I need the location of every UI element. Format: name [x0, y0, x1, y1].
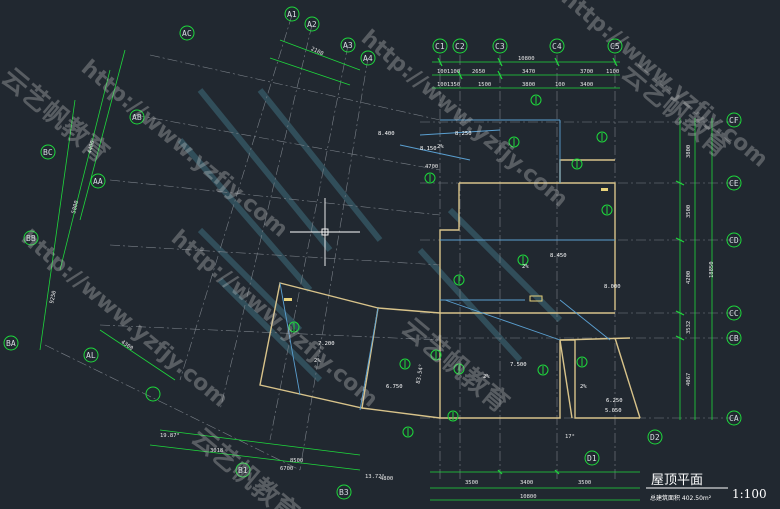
- grid-a1: A1: [287, 10, 297, 19]
- elev-8: 6.750: [386, 384, 403, 390]
- dim-misc-1: 4700: [425, 164, 438, 170]
- elev-5: 8.000: [604, 284, 621, 290]
- grid-ce: CE: [729, 179, 739, 188]
- grid-cd: CD: [729, 236, 739, 245]
- angle-4: 17°: [565, 434, 575, 440]
- elev-10: 5.050: [605, 408, 622, 414]
- grid-c3: C3: [495, 42, 505, 51]
- dim-bottom-2: 3400: [520, 480, 533, 486]
- grid-b3: B3: [339, 488, 349, 497]
- dim-right-4: 3532: [686, 321, 692, 334]
- grid-ba: BA: [6, 339, 16, 348]
- drawing-area: 总建筑面积 402.50m²: [650, 494, 712, 502]
- dim-misc-3: 6700: [280, 466, 293, 472]
- grid-d2: D2: [650, 433, 660, 442]
- dim-right-5: 4067: [686, 373, 692, 386]
- grid-a2: A2: [307, 20, 317, 29]
- dim-top-1: 1001100: [437, 69, 460, 75]
- dim-top-5: 1100: [606, 69, 619, 75]
- dim-misc-6: 2100: [310, 46, 325, 57]
- slope-4: 2%: [580, 384, 587, 390]
- grid-c1: C1: [435, 42, 445, 51]
- grid-cb: CB: [729, 334, 739, 343]
- dim-top-7: 1500: [478, 82, 491, 88]
- title-block: 屋顶平面 总建筑面积 402.50m² 1:100: [646, 473, 767, 502]
- slope-5: 2%: [437, 144, 444, 150]
- dim-left-2: 5800: [71, 200, 80, 214]
- grid-ca: CA: [729, 414, 739, 423]
- dim-bottom-total: 10800: [520, 494, 537, 500]
- watermark-url-3: http://www.yzfjy.com: [356, 25, 572, 212]
- grid-c2: C2: [455, 42, 465, 51]
- angle-3: 83.54°: [416, 364, 425, 385]
- grid-c4: C4: [552, 42, 562, 51]
- dim-top-8: 3800: [522, 82, 535, 88]
- dim-left-3: 9250: [49, 290, 58, 304]
- dim-bottom-3: 3500: [578, 480, 591, 486]
- elev-3: 8.150: [420, 146, 437, 152]
- grid-d1: D1: [587, 454, 597, 463]
- grid-cc: CC: [729, 309, 739, 318]
- dim-top-9: 100: [555, 82, 565, 88]
- drawing-title: 屋顶平面: [651, 473, 703, 488]
- roof-plan-drawing: C1 C2 C3 C4 C5 CF CE CD CC CB CA A1 A2 A…: [0, 0, 772, 509]
- grid-ac: AC: [182, 29, 192, 38]
- grid-a3: A3: [343, 41, 353, 50]
- elev-7: 7.500: [510, 362, 527, 368]
- dim-top-4: 3700: [580, 69, 593, 75]
- elev-1: 8.400: [378, 131, 395, 137]
- angle-1: 19.87°: [160, 433, 180, 439]
- dim-top-2: 2650: [472, 69, 485, 75]
- dim-bottom-1: 3500: [465, 480, 478, 486]
- angle-2: 13.72°: [365, 474, 385, 480]
- grid-aa: AA: [93, 177, 103, 186]
- cad-crosshair-cursor: [290, 198, 360, 266]
- grid-bc: BC: [43, 148, 53, 157]
- elev-9: 6.250: [606, 398, 623, 404]
- dim-right-1: 3800: [686, 145, 692, 158]
- dim-right-total: 18850: [709, 261, 715, 278]
- drawing-scale: 1:100: [732, 487, 767, 501]
- dim-top-10: 3400: [580, 82, 593, 88]
- dim-right-3: 4200: [686, 271, 692, 284]
- watermark-brand-2: 云艺帆教育: [396, 312, 516, 419]
- dim-misc-2: 8500: [290, 458, 303, 464]
- dim-top-3: 3470: [522, 69, 535, 75]
- grid-al: AL: [86, 351, 96, 360]
- dim-top-total: 10800: [518, 56, 535, 62]
- dim-right-2: 3500: [686, 205, 692, 218]
- elev-4: 8.450: [550, 253, 567, 259]
- slope-2: 2%: [522, 264, 529, 270]
